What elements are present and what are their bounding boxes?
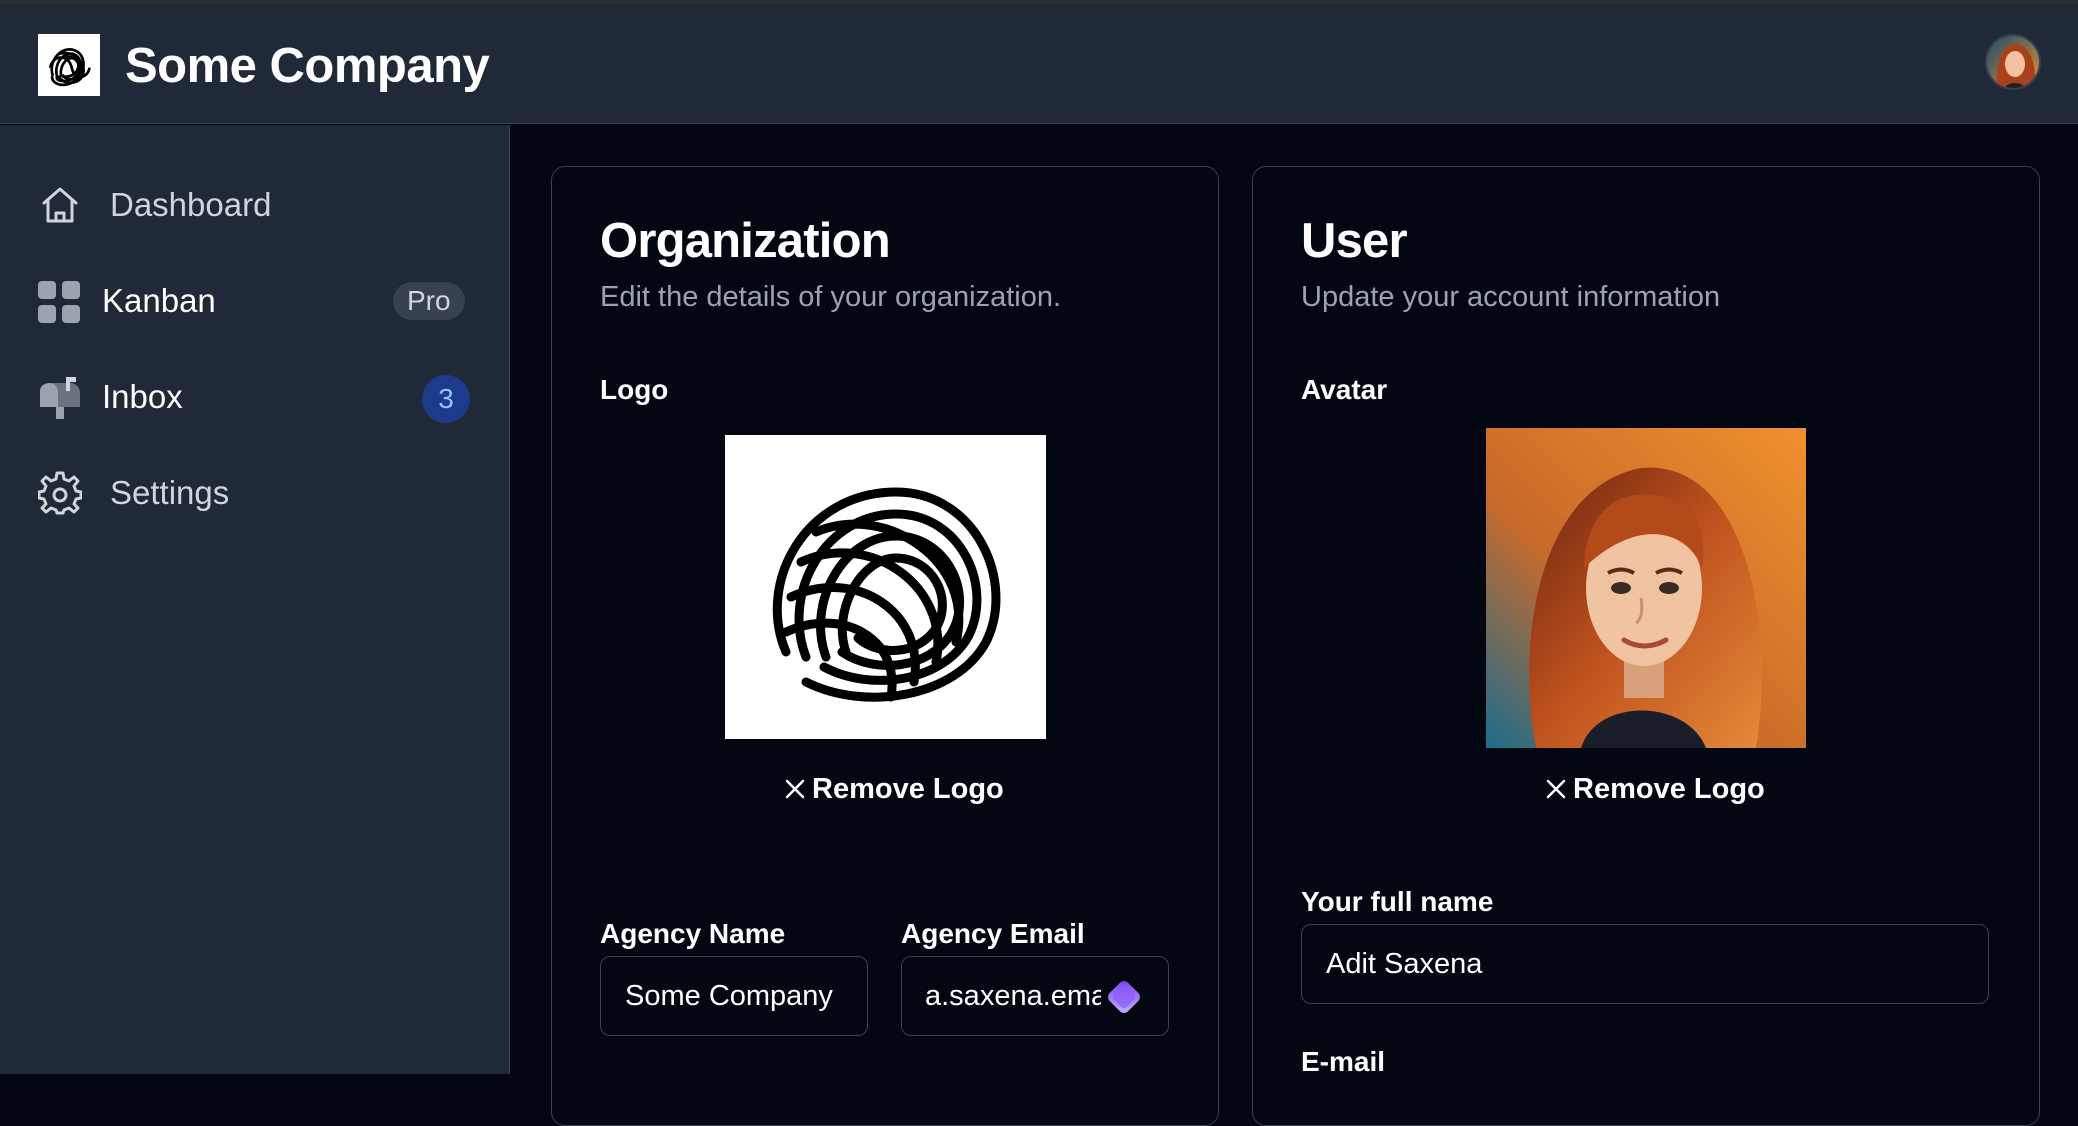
user-subtitle: Update your account information (1301, 281, 1721, 313)
user-card: User Update your account information Ava… (1252, 166, 2040, 1126)
close-icon (1546, 779, 1566, 799)
knot-logo-icon (772, 487, 1000, 702)
avatar-label: Avatar (1301, 374, 1388, 405)
avatar-portrait-icon (1987, 36, 2039, 88)
sidebar-item-label: Dashboard (110, 186, 272, 223)
organization-logo-image (725, 435, 1046, 739)
full-name-input[interactable] (1301, 924, 1989, 1004)
home-icon (42, 187, 78, 223)
sidebar-item-label: Settings (110, 474, 230, 511)
remove-avatar-button[interactable]: Remove Logo (1545, 771, 1765, 807)
sidebar-item-settings[interactable]: Settings (0, 453, 510, 533)
user-avatar[interactable] (1985, 34, 2041, 90)
password-manager-icon (1108, 981, 1140, 1013)
agency-email-field (901, 956, 1169, 1036)
sidebar-item-kanban[interactable]: Kanban Pro (0, 261, 510, 341)
sidebar: Dashboard Kanban Pro Inbox 3 Settings (0, 125, 510, 1074)
sidebar-item-inbox[interactable]: Inbox 3 (0, 357, 510, 437)
knot-logo-icon (48, 48, 91, 87)
agency-name-label: Agency Name (600, 918, 786, 949)
organization-subtitle: Edit the details of your organization. (600, 281, 1062, 313)
mailbox-icon (40, 377, 80, 419)
pro-badge: Pro (393, 282, 465, 320)
remove-avatar-label: Remove Logo (1573, 773, 1765, 805)
company-logo[interactable] (38, 34, 100, 96)
inbox-count-badge: 3 (422, 375, 470, 423)
logo-label: Logo (600, 374, 669, 405)
organization-card: Organization Edit the details of your or… (551, 166, 1219, 1126)
password-manager-button[interactable] (1098, 971, 1150, 1023)
remove-logo-label: Remove Logo (812, 773, 1004, 805)
sidebar-item-label: Kanban (102, 282, 216, 319)
full-name-label: Your full name (1301, 886, 1494, 917)
avatar-portrait-icon (1486, 428, 1806, 748)
agency-email-label: Agency Email (901, 918, 1085, 949)
close-icon (785, 779, 805, 799)
agency-name-input[interactable] (600, 956, 868, 1036)
user-title: User (1301, 214, 1408, 268)
sidebar-item-label: Inbox (102, 378, 183, 415)
agency-email-input[interactable] (902, 957, 1101, 1035)
remove-logo-button[interactable]: Remove Logo (784, 771, 1004, 807)
company-name: Some Company (125, 39, 490, 93)
user-avatar-image (1486, 428, 1806, 748)
gear-icon (38, 471, 82, 515)
sidebar-item-dashboard[interactable]: Dashboard (0, 165, 510, 245)
top-header: Some Company (0, 4, 2078, 124)
organization-title: Organization (600, 214, 891, 268)
grid-icon (38, 281, 80, 323)
